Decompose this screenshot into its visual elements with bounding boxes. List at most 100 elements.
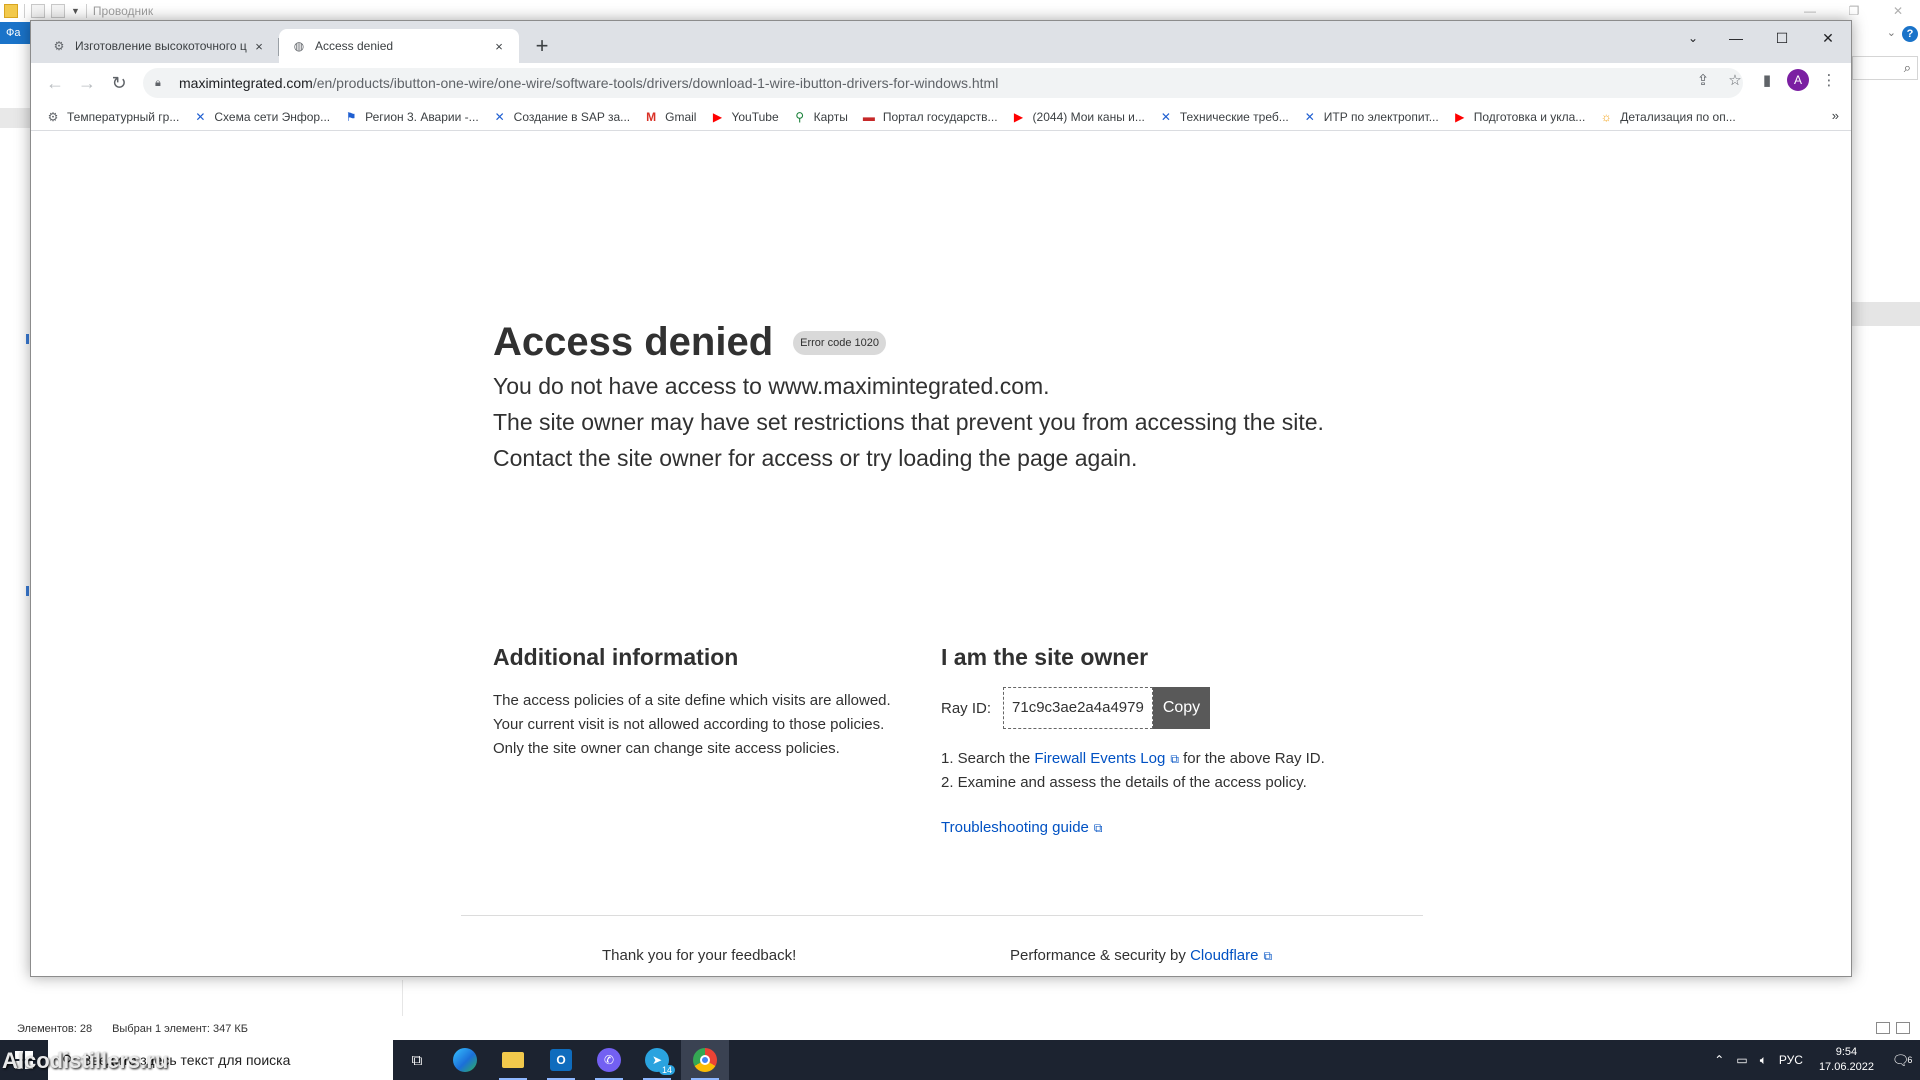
bookmark-item[interactable]: ⚙ Температурный гр...: [45, 109, 180, 125]
firewall-events-log-link[interactable]: Firewall Events Log: [1034, 750, 1165, 767]
bookmark-item[interactable]: ▬ Портал государств...: [861, 109, 998, 125]
maximize-icon[interactable]: ☐: [1759, 21, 1805, 55]
tab-title: Access denied: [315, 39, 394, 53]
bookmark-item[interactable]: ⚑ Регион 3. Аварии -...: [343, 109, 479, 125]
item-count: Элементов: 28: [17, 1023, 93, 1035]
telegram-button[interactable]: ➤ 14: [633, 1040, 681, 1080]
bookmark-item[interactable]: ☼ Детализация по оп...: [1598, 109, 1736, 125]
globe-icon: ◍: [293, 39, 305, 53]
jira-icon: ⚑: [345, 109, 357, 124]
external-link-icon[interactable]: ⧉: [1263, 949, 1272, 963]
outlook-button[interactable]: O: [537, 1040, 585, 1080]
external-link-icon[interactable]: ⧉: [1094, 821, 1103, 835]
bookmark-item[interactable]: ▶ (2044) Мои каны и...: [1011, 109, 1145, 125]
more-bookmarks-icon[interactable]: »: [1832, 108, 1839, 123]
file-tab[interactable]: Фа: [0, 22, 30, 44]
owner-steps: 1. Search the Firewall Events Log ⧉ for t…: [941, 747, 1401, 795]
copy-button[interactable]: Copy: [1152, 687, 1211, 729]
edge-button[interactable]: [441, 1040, 489, 1080]
tab-access-denied[interactable]: ◍ Access denied ×: [279, 29, 519, 63]
explorer-button[interactable]: [489, 1040, 537, 1080]
notification-count: 6: [1907, 1055, 1913, 1065]
bookmark-item[interactable]: M Gmail: [643, 109, 696, 125]
lock-icon[interactable]: 🔒︎: [155, 77, 169, 90]
task-view-button[interactable]: ⧉: [393, 1040, 441, 1080]
url-host: maximintegrated.com: [179, 75, 313, 91]
forward-icon[interactable]: →: [71, 67, 103, 99]
chevron-down-icon[interactable]: ⌄: [1887, 26, 1896, 39]
folder-icon[interactable]: [4, 4, 18, 18]
jira-icon: ✕: [195, 109, 206, 124]
external-link-icon[interactable]: ⧉: [1170, 752, 1179, 766]
tab-search-icon[interactable]: ⌄: [1673, 21, 1713, 55]
browser-window: ⚙ Изготовление высокоточного ц × ◍ Acces…: [30, 20, 1852, 977]
side-panel-icon[interactable]: ▮: [1755, 68, 1779, 92]
site-owner-heading: I am the site owner: [941, 644, 1149, 670]
clock[interactable]: 9:54 17.06.2022: [1809, 1045, 1884, 1075]
help-icon[interactable]: ?: [1902, 26, 1918, 42]
taskbar: ⚲ Введите здесь текст для поиска ⧉ O ✆ ➤…: [0, 1040, 1920, 1080]
cloudflare-link[interactable]: Cloudflare: [1190, 947, 1258, 964]
chevron-up-icon[interactable]: ⌃: [1708, 1053, 1730, 1067]
share-icon[interactable]: ⇪: [1691, 68, 1715, 92]
restore-icon[interactable]: ❐: [1832, 0, 1876, 22]
minimize-icon[interactable]: —: [1788, 0, 1832, 22]
list-item[interactable]: [1852, 302, 1920, 326]
url-text[interactable]: maximintegrated.com/en/products/ibutton-…: [179, 75, 998, 91]
step-2: 2. Examine and assess the details of the…: [941, 774, 1307, 791]
volume-icon[interactable]: 🔈︎: [1754, 1053, 1773, 1068]
viber-button[interactable]: ✆: [585, 1040, 633, 1080]
divider: [402, 980, 403, 1016]
details-view-icon[interactable]: [1876, 1022, 1890, 1034]
bookmark-item[interactable]: ✕ ИТР по электропит...: [1302, 109, 1439, 125]
close-icon[interactable]: ×: [491, 39, 507, 54]
address-bar[interactable]: 🔒︎ maximintegrated.com/en/products/ibutt…: [143, 68, 1743, 98]
explorer-title: Проводник: [92, 4, 154, 18]
explorer-window-controls: — ❐ ✕: [1788, 0, 1920, 22]
star-icon[interactable]: ☆: [1723, 68, 1747, 92]
troubleshooting-guide-link[interactable]: Troubleshooting guide: [941, 819, 1089, 836]
bookmark-item[interactable]: ✕ Создание в SAP за...: [492, 109, 631, 125]
back-icon[interactable]: ←: [39, 67, 71, 99]
search-icon[interactable]: ⌕: [1852, 56, 1918, 80]
chevron-down-icon[interactable]: ▼: [71, 6, 80, 16]
close-icon[interactable]: ✕: [1876, 0, 1920, 22]
bookmarks-bar: ⚙ Температурный гр... ✕ Схема сети Энфор..…: [31, 103, 1851, 131]
language-indicator[interactable]: РУС: [1773, 1053, 1809, 1067]
performance-credit: Performance & security by Cloudflare ⧉: [1010, 947, 1272, 964]
youtube-icon: ▶: [1455, 109, 1465, 124]
selection-info: Выбран 1 элемент: 347 КБ: [112, 1023, 248, 1035]
outlook-icon: O: [550, 1049, 572, 1071]
menu-kebab-icon[interactable]: ⋮: [1817, 68, 1841, 92]
bookmark-item[interactable]: ⚲ Карты: [792, 109, 848, 125]
chrome-icon: [693, 1048, 717, 1072]
close-icon[interactable]: ×: [251, 39, 267, 54]
viber-icon: ✆: [597, 1048, 621, 1072]
new-folder-icon[interactable]: [51, 4, 65, 18]
view-toggle: [1876, 1022, 1910, 1034]
error-description: You do not have access to www.maximinteg…: [493, 368, 1324, 476]
bookmark-item[interactable]: ▶ YouTube: [709, 109, 779, 125]
large-icons-view-icon[interactable]: [1896, 1022, 1910, 1034]
explorer-statusbar: Элементов: 28 Выбран 1 элемент: 347 КБ: [0, 1018, 1920, 1040]
bookmark-item[interactable]: ▶ Подготовка и укла...: [1452, 109, 1585, 125]
close-icon[interactable]: ✕: [1805, 21, 1851, 55]
jira-icon: ✕: [494, 109, 505, 124]
ray-id-value[interactable]: 71c9c3ae2a4a4979: [1003, 687, 1153, 729]
notifications-button[interactable]: 🗨︎ 6: [1884, 1040, 1920, 1080]
profile-avatar[interactable]: A: [1787, 69, 1809, 91]
nav-pane-item[interactable]: [0, 108, 30, 128]
page-content: Access denied Error code 1020 You do not…: [31, 132, 1851, 976]
system-tray: ⌃ ▭ 🔈︎ РУС 9:54 17.06.2022 🗨︎ 6: [1708, 1040, 1920, 1080]
minimize-icon[interactable]: —: [1713, 21, 1759, 55]
bookmark-item[interactable]: ✕ Технические треб...: [1158, 109, 1289, 125]
network-icon[interactable]: ▭: [1730, 1053, 1753, 1067]
bookmark-item[interactable]: ✕ Схема сети Энфор...: [192, 109, 330, 125]
tab-manufacturing[interactable]: ⚙ Изготовление высокоточного ц ×: [39, 29, 279, 63]
reload-icon[interactable]: ↻: [103, 67, 135, 99]
chrome-button[interactable]: [681, 1040, 729, 1080]
explorer-titlebar: ▼ Проводник: [0, 0, 1920, 22]
new-tab-button[interactable]: +: [528, 33, 556, 61]
properties-icon[interactable]: [31, 4, 45, 18]
nav-pane-marker: [26, 334, 29, 344]
